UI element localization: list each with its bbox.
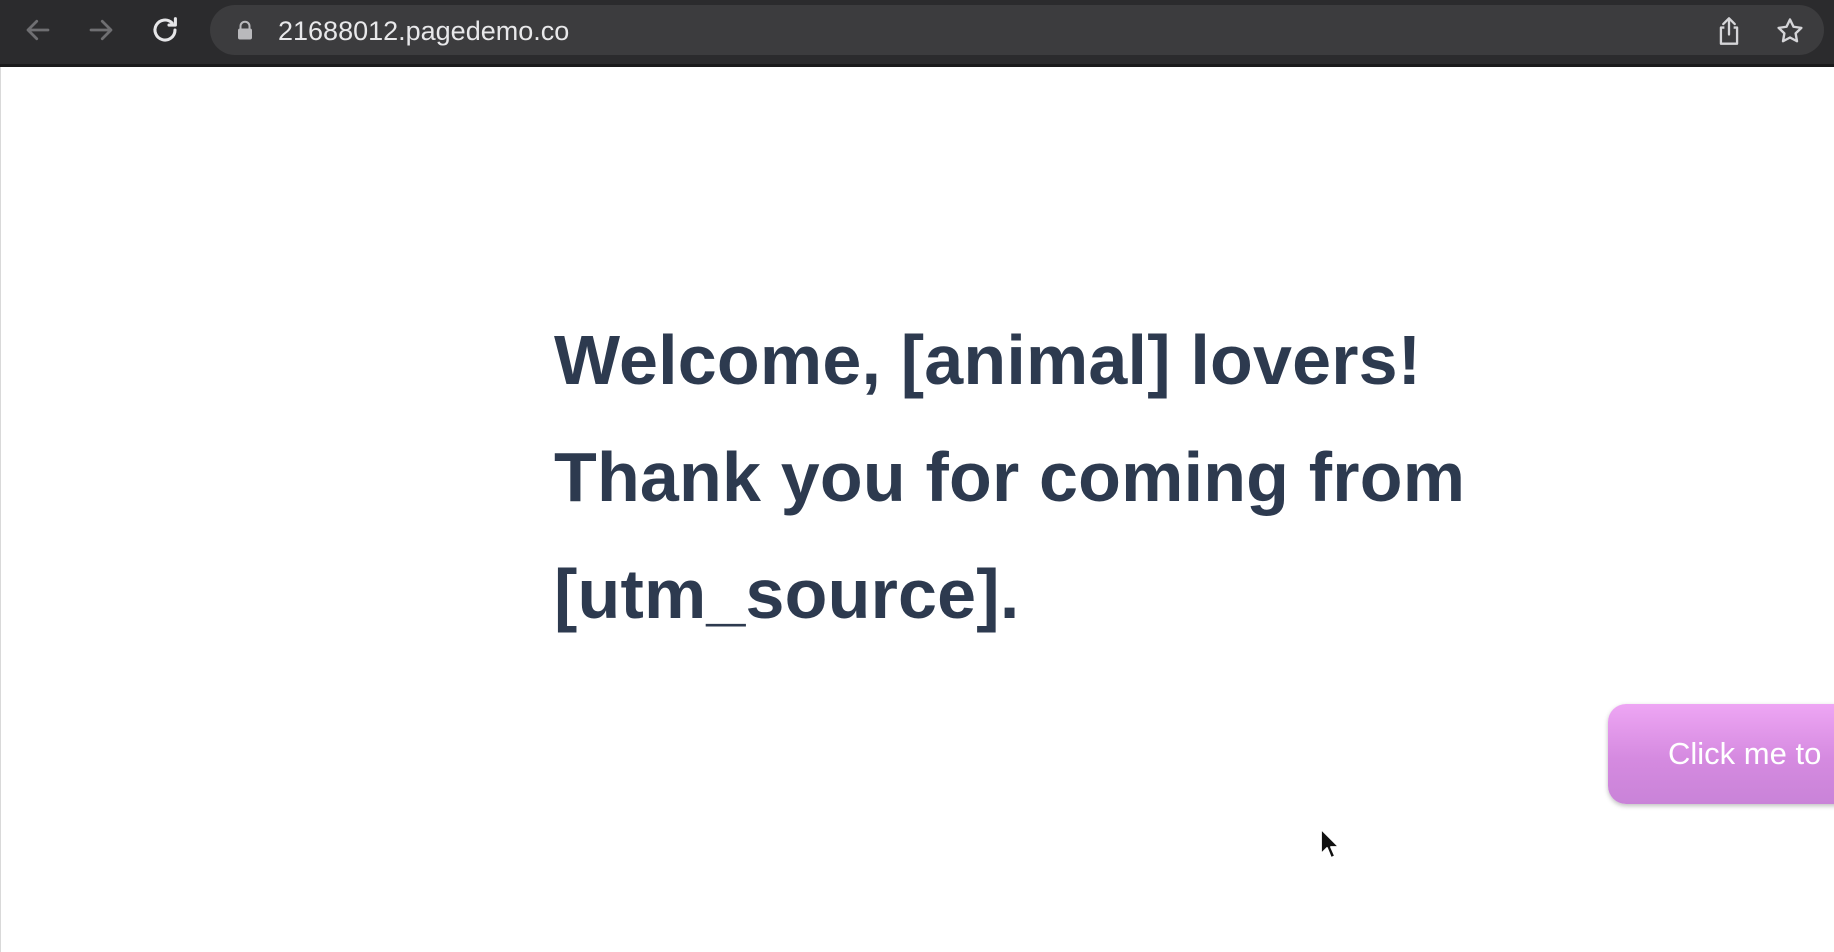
browser-toolbar: 21688012.pagedemo.co	[0, 0, 1834, 64]
arrow-left-icon	[26, 19, 50, 41]
heading-line-3: [utm_source].	[554, 555, 1020, 633]
address-bar[interactable]: 21688012.pagedemo.co	[210, 5, 1824, 55]
mouse-cursor-icon	[1320, 828, 1340, 859]
share-button[interactable]	[1712, 14, 1746, 48]
heading-line-1: Welcome, [animal] lovers!	[554, 321, 1422, 399]
reload-button[interactable]	[145, 10, 185, 50]
bookmark-button[interactable]	[1773, 14, 1807, 48]
share-icon	[1719, 17, 1739, 45]
lock-icon	[238, 20, 252, 40]
page-content: Welcome, [animal] lovers! Thank you for …	[0, 67, 1834, 952]
forward-button[interactable]	[81, 10, 121, 50]
star-icon	[1777, 18, 1803, 43]
cta-button[interactable]: Click me to	[1608, 704, 1834, 804]
hero-heading: Welcome, [animal] lovers! Thank you for …	[554, 302, 1554, 653]
heading-line-2: Thank you for coming from	[554, 438, 1466, 516]
back-button[interactable]	[18, 10, 58, 50]
reload-icon	[153, 17, 177, 42]
url-text: 21688012.pagedemo.co	[278, 16, 570, 46]
arrow-right-icon	[89, 19, 113, 41]
